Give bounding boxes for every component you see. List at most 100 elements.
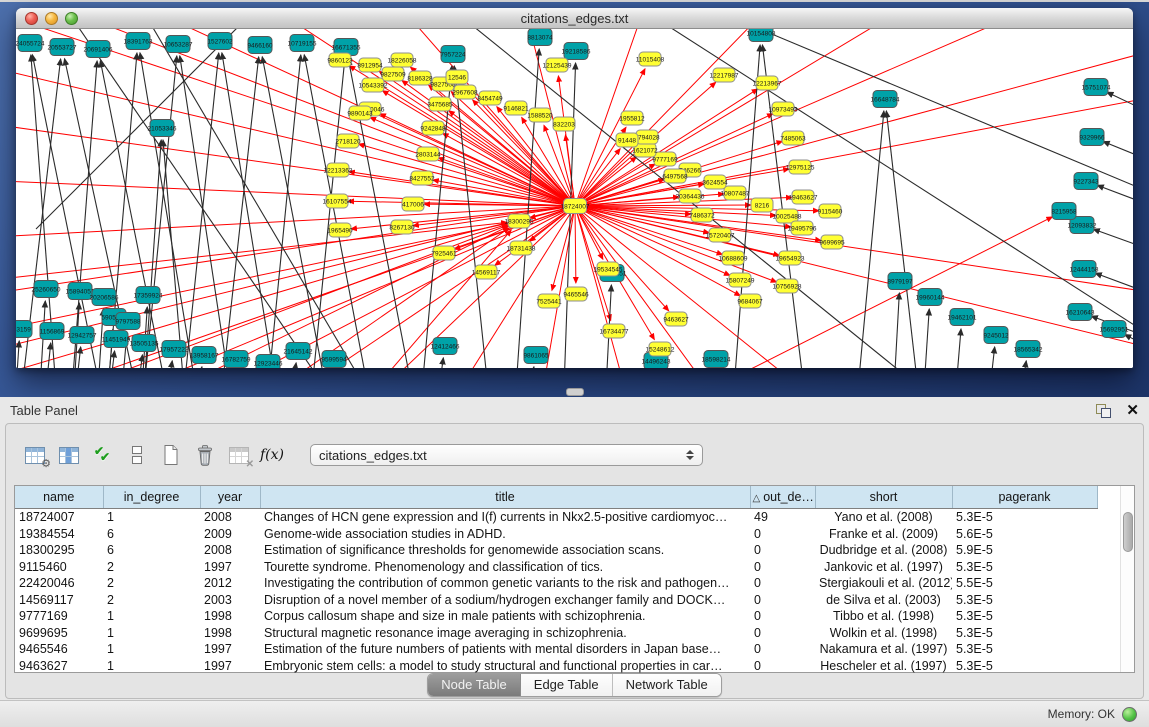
- cell-year[interactable]: 2008: [200, 509, 260, 526]
- cell-year[interactable]: 1998: [200, 608, 260, 625]
- cell-title[interactable]: Disruption of a novel member of a sodium…: [260, 592, 750, 609]
- cell-title[interactable]: Genome-wide association studies in ADHD.: [260, 526, 750, 543]
- close-panel-icon[interactable]: ✕: [1126, 403, 1139, 418]
- cell-title[interactable]: Changes of HCN gene expression and I(f) …: [260, 509, 750, 526]
- cell-year[interactable]: 1997: [200, 658, 260, 675]
- cell-name[interactable]: 19384554: [15, 526, 103, 543]
- cell-out-degree[interactable]: 0: [750, 559, 815, 576]
- cell-title[interactable]: Estimation of significance thresholds fo…: [260, 542, 750, 559]
- cell-year[interactable]: 1998: [200, 625, 260, 642]
- cell-year[interactable]: 2003: [200, 592, 260, 609]
- cell-pagerank[interactable]: 5.3E-5: [952, 625, 1097, 642]
- table-row[interactable]: 911546021997Tourette syndrome. Phenomeno…: [15, 559, 1122, 576]
- cell-out-degree[interactable]: 0: [750, 542, 815, 559]
- cell-short[interactable]: Nakamura et al. (1997): [815, 641, 952, 658]
- table-row[interactable]: 977716911998Corpus callosum shape and si…: [15, 608, 1122, 625]
- cell-in-degree[interactable]: 2: [103, 592, 200, 609]
- float-panel-icon[interactable]: [1096, 402, 1112, 418]
- table-row[interactable]: 1938455462009Genome-wide association stu…: [15, 526, 1122, 543]
- tab-edge-table[interactable]: Edge Table: [521, 674, 613, 696]
- table-row[interactable]: 946362711997Embryonic stem cells: a mode…: [15, 658, 1122, 675]
- cell-year[interactable]: 1997: [200, 641, 260, 658]
- cell-pagerank[interactable]: 5.3E-5: [952, 641, 1097, 658]
- cell-in-degree[interactable]: 2: [103, 575, 200, 592]
- column-header-title[interactable]: title: [260, 486, 750, 509]
- cell-year[interactable]: 2012: [200, 575, 260, 592]
- cell-in-degree[interactable]: 1: [103, 625, 200, 642]
- table-row[interactable]: 2242004622012Investigating the contribut…: [15, 575, 1122, 592]
- cell-in-degree[interactable]: 1: [103, 608, 200, 625]
- show-columns-button[interactable]: [54, 441, 84, 469]
- tab-node-table[interactable]: Node Table: [428, 674, 521, 696]
- cell-title[interactable]: Estimation of the future numbers of pati…: [260, 641, 750, 658]
- cell-in-degree[interactable]: 6: [103, 542, 200, 559]
- cell-pagerank[interactable]: 5.3E-5: [952, 592, 1097, 609]
- cell-short[interactable]: Dudbridge et al. (2008): [815, 542, 952, 559]
- cell-pagerank[interactable]: 5.6E-5: [952, 526, 1097, 543]
- cell-short[interactable]: Tibbo et al. (1998): [815, 608, 952, 625]
- cell-short[interactable]: Wolkin et al. (1998): [815, 625, 952, 642]
- cell-year[interactable]: 2008: [200, 542, 260, 559]
- table-select-dropdown[interactable]: citations_edges.txt: [310, 444, 703, 466]
- cell-pagerank[interactable]: 5.3E-5: [952, 608, 1097, 625]
- cell-name[interactable]: 18300295: [15, 542, 103, 559]
- cell-title[interactable]: Investigating the contribution of common…: [260, 575, 750, 592]
- unselect-all-button[interactable]: [122, 441, 152, 469]
- cell-year[interactable]: 1997: [200, 559, 260, 576]
- cell-name[interactable]: 22420046: [15, 575, 103, 592]
- cell-in-degree[interactable]: 1: [103, 658, 200, 675]
- delete-column-button[interactable]: [190, 441, 220, 469]
- cell-short[interactable]: de Silva et al. (2003): [815, 592, 952, 609]
- select-all-button[interactable]: ✔✔: [88, 441, 118, 469]
- function-builder-button[interactable]: f(x): [258, 441, 288, 469]
- cell-in-degree[interactable]: 6: [103, 526, 200, 543]
- column-header-pagerank[interactable]: pagerank: [952, 486, 1097, 509]
- cell-short[interactable]: Jankovic et al. (1997): [815, 559, 952, 576]
- cell-year[interactable]: 2009: [200, 526, 260, 543]
- cell-in-degree[interactable]: 1: [103, 509, 200, 526]
- network-canvas[interactable]: 2405572420553727206914061839176310653287…: [16, 29, 1133, 368]
- new-column-button[interactable]: [156, 441, 186, 469]
- table-settings-button[interactable]: ⚙: [20, 441, 50, 469]
- cell-out-degree[interactable]: 0: [750, 641, 815, 658]
- cell-name[interactable]: 9699695: [15, 625, 103, 642]
- column-header-year[interactable]: year: [200, 486, 260, 509]
- vertical-scrollbar[interactable]: [1120, 486, 1134, 672]
- cell-out-degree[interactable]: 0: [750, 625, 815, 642]
- window-titlebar[interactable]: citations_edges.txt: [16, 8, 1133, 29]
- cell-out-degree[interactable]: 0: [750, 592, 815, 609]
- cell-out-degree[interactable]: 0: [750, 526, 815, 543]
- cell-short[interactable]: Franke et al. (2009): [815, 526, 952, 543]
- cell-name[interactable]: 9463627: [15, 658, 103, 675]
- delete-table-button[interactable]: ✕: [224, 441, 254, 469]
- cell-title[interactable]: Tourette syndrome. Phenomenology and cla…: [260, 559, 750, 576]
- table-row[interactable]: 1830029562008Estimation of significance …: [15, 542, 1122, 559]
- cell-out-degree[interactable]: 0: [750, 575, 815, 592]
- cell-out-degree[interactable]: 0: [750, 658, 815, 675]
- cell-title[interactable]: Embryonic stem cells: a model to study s…: [260, 658, 750, 675]
- cell-pagerank[interactable]: 5.3E-5: [952, 559, 1097, 576]
- cell-in-degree[interactable]: 1: [103, 641, 200, 658]
- cell-pagerank[interactable]: 5.9E-5: [952, 542, 1097, 559]
- cell-pagerank[interactable]: 5.5E-5: [952, 575, 1097, 592]
- cell-in-degree[interactable]: 2: [103, 559, 200, 576]
- cell-short[interactable]: Yano et al. (2008): [815, 509, 952, 526]
- cell-title[interactable]: Structural magnetic resonance image aver…: [260, 625, 750, 642]
- tab-network-table[interactable]: Network Table: [613, 674, 721, 696]
- cell-name[interactable]: 9465546: [15, 641, 103, 658]
- cell-short[interactable]: Hescheler et al. (1997): [815, 658, 952, 675]
- table-row[interactable]: 1872400712008Changes of HCN gene express…: [15, 509, 1122, 526]
- cell-out-degree[interactable]: 49: [750, 509, 815, 526]
- column-header-in-degree[interactable]: in_degree: [103, 486, 200, 509]
- column-header-out-degree[interactable]: △out_de…: [750, 486, 815, 509]
- cell-pagerank[interactable]: 5.3E-5: [952, 658, 1097, 675]
- table-row[interactable]: 1456911722003Disruption of a novel membe…: [15, 592, 1122, 609]
- cell-name[interactable]: 18724007: [15, 509, 103, 526]
- cell-name[interactable]: 9777169: [15, 608, 103, 625]
- split-pane-grip[interactable]: [566, 388, 584, 396]
- scrollbar-thumb[interactable]: [1123, 512, 1133, 552]
- column-header-name[interactable]: name: [15, 486, 103, 509]
- cell-name[interactable]: 9115460: [15, 559, 103, 576]
- cell-name[interactable]: 14569117: [15, 592, 103, 609]
- column-header-short[interactable]: short: [815, 486, 952, 509]
